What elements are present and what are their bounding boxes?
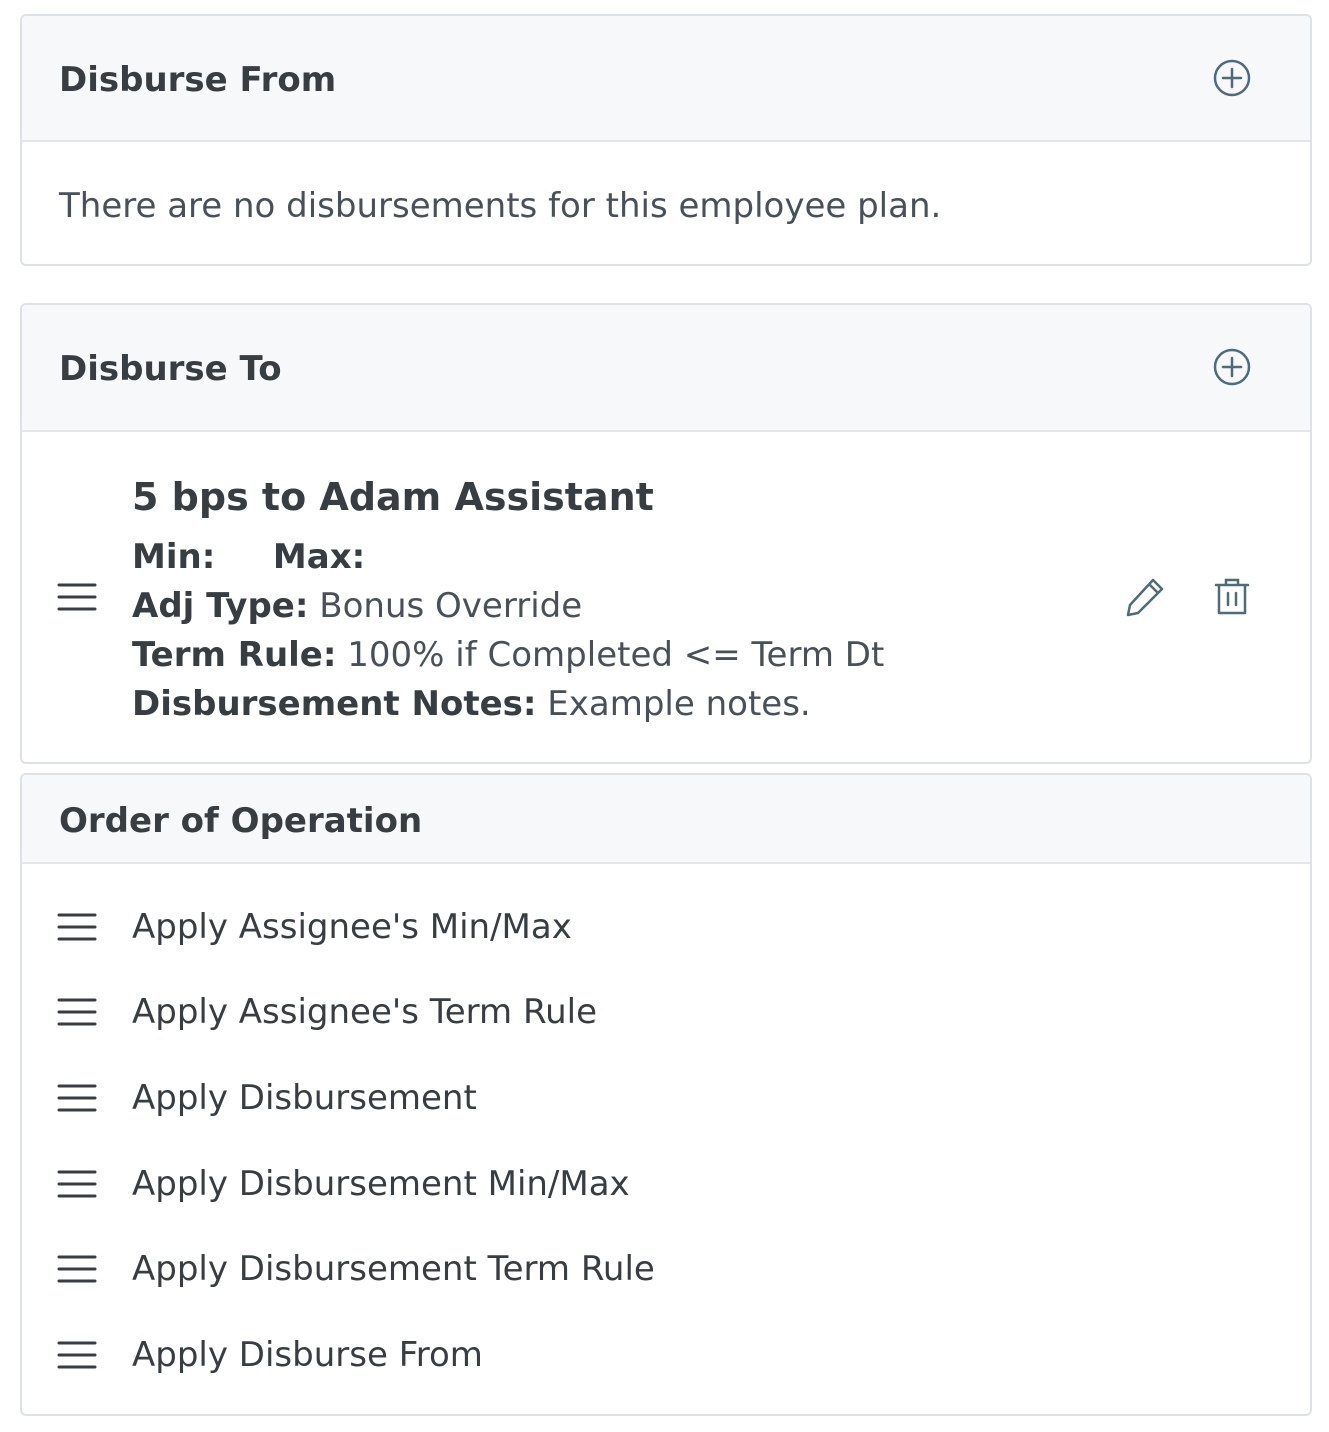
list-item[interactable]: Apply Disburse From bbox=[22, 1329, 1310, 1389]
drag-handle-icon[interactable] bbox=[57, 911, 97, 943]
pencil-icon bbox=[1126, 578, 1164, 617]
list-item[interactable]: Apply Disbursement Term Rule bbox=[22, 1243, 1310, 1303]
term-rule-label: Term Rule: bbox=[132, 635, 337, 675]
disburse-from-title: Disburse From bbox=[59, 60, 337, 100]
min-label: Min: bbox=[132, 537, 216, 577]
list-item-label: Apply Disbursement Term Rule bbox=[132, 1249, 655, 1289]
drag-handle-icon[interactable] bbox=[57, 1168, 97, 1200]
order-of-operation-card: Order of Operation Apply Assignee's Min/… bbox=[20, 773, 1312, 1416]
disburse-from-header: Disburse From bbox=[22, 16, 1310, 142]
adj-type-line: Adj Type: Bonus Override bbox=[132, 586, 582, 626]
min-max-line: Min: Max: bbox=[132, 537, 365, 577]
plus-circle-icon bbox=[1213, 59, 1251, 97]
adj-type-value: Bonus Override bbox=[319, 586, 583, 626]
add-disburse-to-button[interactable] bbox=[1212, 347, 1252, 387]
drag-handle-icon[interactable] bbox=[57, 996, 97, 1028]
drag-handle-icon[interactable] bbox=[57, 1253, 97, 1285]
notes-line: Disbursement Notes: Example notes. bbox=[132, 684, 811, 724]
plus-circle-icon bbox=[1213, 348, 1251, 386]
disburse-from-card: Disburse From There are no disbursements… bbox=[20, 14, 1312, 266]
disburse-from-empty-message: There are no disbursements for this empl… bbox=[59, 186, 942, 226]
list-item[interactable]: Apply Disbursement Min/Max bbox=[22, 1158, 1310, 1218]
list-item-label: Apply Disburse From bbox=[132, 1335, 483, 1375]
order-of-operation-header: Order of Operation bbox=[22, 775, 1310, 864]
notes-value: Example notes. bbox=[547, 684, 811, 724]
disburse-to-card: Disburse To 5 bps to Adam Assistant Min:… bbox=[20, 303, 1312, 764]
edit-button[interactable] bbox=[1123, 575, 1167, 619]
list-item-label: Apply Assignee's Min/Max bbox=[132, 907, 572, 947]
disburse-to-title: Disburse To bbox=[59, 349, 282, 389]
disburse-to-header: Disburse To bbox=[22, 305, 1310, 432]
adj-type-label: Adj Type: bbox=[132, 586, 309, 626]
list-item-label: Apply Assignee's Term Rule bbox=[132, 992, 597, 1032]
order-of-operation-title: Order of Operation bbox=[59, 801, 423, 841]
delete-button[interactable] bbox=[1210, 575, 1254, 619]
list-item[interactable]: Apply Assignee's Term Rule bbox=[22, 986, 1310, 1046]
add-disburse-from-button[interactable] bbox=[1212, 58, 1252, 98]
drag-handle-icon[interactable] bbox=[57, 1339, 97, 1371]
disbursement-title: 5 bps to Adam Assistant bbox=[132, 475, 654, 519]
trash-icon bbox=[1214, 578, 1250, 615]
list-item[interactable]: Apply Disbursement bbox=[22, 1072, 1310, 1132]
list-item-label: Apply Disbursement Min/Max bbox=[132, 1164, 630, 1204]
term-rule-value: 100% if Completed <= Term Dt bbox=[347, 635, 885, 675]
notes-label: Disbursement Notes: bbox=[132, 684, 537, 724]
term-rule-line: Term Rule: 100% if Completed <= Term Dt bbox=[132, 635, 884, 675]
max-label: Max: bbox=[272, 537, 366, 577]
drag-handle-icon[interactable] bbox=[57, 1082, 97, 1114]
list-item-label: Apply Disbursement bbox=[132, 1078, 477, 1118]
list-item[interactable]: Apply Assignee's Min/Max bbox=[22, 901, 1310, 961]
drag-handle-icon[interactable] bbox=[57, 581, 97, 613]
